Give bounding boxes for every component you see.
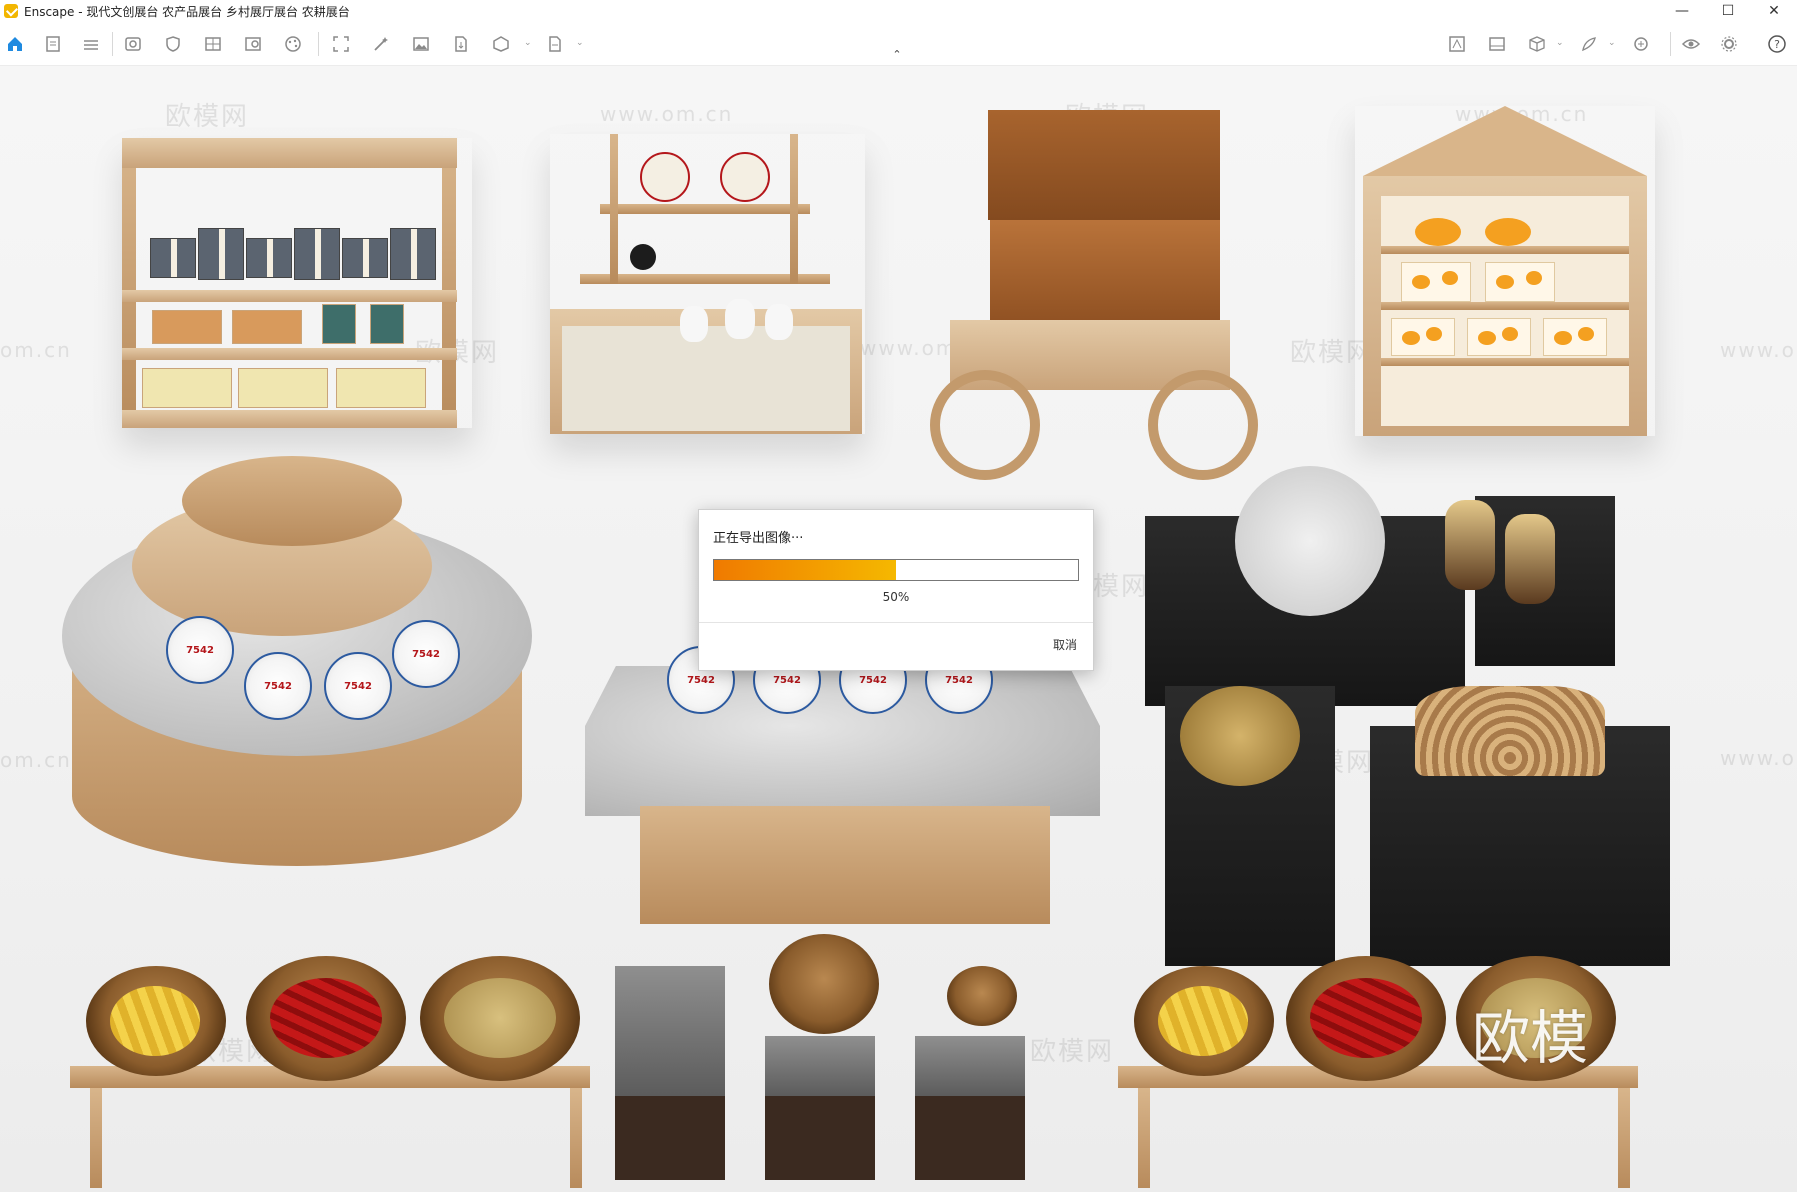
wand-icon[interactable] (370, 34, 392, 54)
palette-icon[interactable] (282, 34, 304, 54)
toolbar-collapse-chevron-icon[interactable]: ⌃ (890, 49, 904, 60)
chevron-down-icon[interactable]: ⌄ (1556, 38, 1566, 48)
toolbar-separator (112, 32, 113, 56)
chevron-down-icon[interactable]: ⌄ (576, 38, 586, 48)
shield-icon[interactable] (162, 34, 184, 54)
home-icon[interactable] (4, 34, 26, 54)
watermark-text: www.om.cn (1720, 746, 1797, 770)
view-icon[interactable] (122, 34, 144, 54)
capture-icon[interactable] (330, 34, 352, 54)
file-export-icon[interactable] (450, 34, 472, 54)
round-tea-display: 7542 7542 7542 7542 (62, 456, 532, 876)
minimize-button[interactable]: — (1659, 0, 1705, 22)
watermark-text: www.om.cn (600, 102, 734, 126)
export-progress-dialog: 正在导出图像··· 50% 取消 (698, 509, 1094, 671)
window-title: Enscape - 现代文创展台 农产品展台 乡村展厅展台 农耕展台 (24, 4, 350, 19)
settings-icon[interactable] (1718, 34, 1740, 54)
feather-icon[interactable] (1578, 34, 1600, 54)
house-shaped-shelf (1355, 106, 1655, 436)
dialog-divider (699, 622, 1093, 623)
dialog-title: 正在导出图像··· (713, 531, 804, 546)
enscape-logo-icon (4, 4, 18, 18)
progress-percent: 50% (882, 590, 910, 604)
toolbar-separator (318, 32, 319, 56)
wooden-tea-cart (930, 110, 1270, 480)
watermark-text: om.cn (0, 338, 72, 362)
export-image-icon[interactable] (242, 34, 264, 54)
cancel-button[interactable]: 取消 (1053, 636, 1077, 653)
document-icon[interactable] (42, 34, 64, 54)
tea-cake: 7542 (324, 652, 392, 720)
image-icon[interactable] (410, 34, 432, 54)
gallery-icon[interactable] (1486, 34, 1508, 54)
wooden-bench-baskets-left (70, 956, 600, 1192)
grid-icon[interactable] (202, 34, 224, 54)
eye-icon[interactable] (1680, 34, 1702, 54)
window-controls: — ☐ ✕ (1659, 0, 1797, 22)
pdf-export-icon[interactable] (544, 34, 566, 54)
close-button[interactable]: ✕ (1751, 0, 1797, 22)
black-display-blocks (1145, 466, 1685, 986)
title-bar: Enscape - 现代文创展台 农产品展台 乡村展厅展台 农耕展台 — ☐ ✕ (0, 0, 1797, 22)
chevron-down-icon[interactable]: ⌄ (1608, 38, 1618, 48)
maximize-button[interactable]: ☐ (1705, 0, 1751, 22)
tea-cake: 7542 (166, 616, 234, 684)
watermark-text: om.cn (0, 748, 72, 772)
watermark-text: 欧模网 (165, 102, 250, 132)
tea-display-stand (550, 134, 865, 434)
tea-cake: 7542 (392, 620, 460, 688)
big-watermark-text: 欧模 (1472, 1004, 1589, 1072)
asset-library-icon[interactable] (1630, 34, 1652, 54)
watermark-text: www.om.cn (1720, 338, 1797, 362)
atlas-icon[interactable] (1446, 34, 1468, 54)
tea-cake: 7542 (244, 652, 312, 720)
progress-bar-fill (714, 560, 896, 580)
wooden-display-shelf (122, 138, 472, 428)
help-icon[interactable]: ? (1766, 34, 1788, 54)
svg-text:?: ? (1774, 38, 1780, 51)
toolbar-separator (1670, 32, 1671, 56)
woven-basket (769, 934, 879, 1034)
bucket-basket (947, 966, 1017, 1026)
chevron-down-icon[interactable]: ⌄ (524, 38, 534, 48)
cube-icon[interactable] (1526, 34, 1548, 54)
progress-bar (713, 559, 1079, 581)
bim-list-icon[interactable] (80, 34, 102, 54)
stone-pedestals (615, 866, 1065, 1192)
package-icon[interactable] (490, 34, 512, 54)
